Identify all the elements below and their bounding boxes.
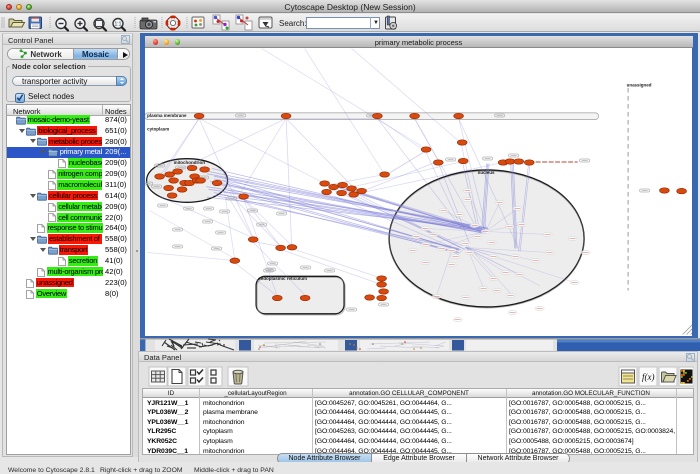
svg-text:mitochondrion: mitochondrion <box>174 160 206 165</box>
svg-text:1:1: 1:1 <box>115 22 122 28</box>
svg-text:nucleus: nucleus <box>478 170 495 175</box>
svg-text:unassigned: unassigned <box>627 82 652 87</box>
svg-text:cytoplasm: cytoplasm <box>147 126 169 131</box>
svg-text:endoplasmic reticulum: endoplasmic reticulum <box>258 275 307 280</box>
svg-text:plasma membrane: plasma membrane <box>147 112 187 117</box>
svg-text:f(x): f(x) <box>642 372 655 382</box>
